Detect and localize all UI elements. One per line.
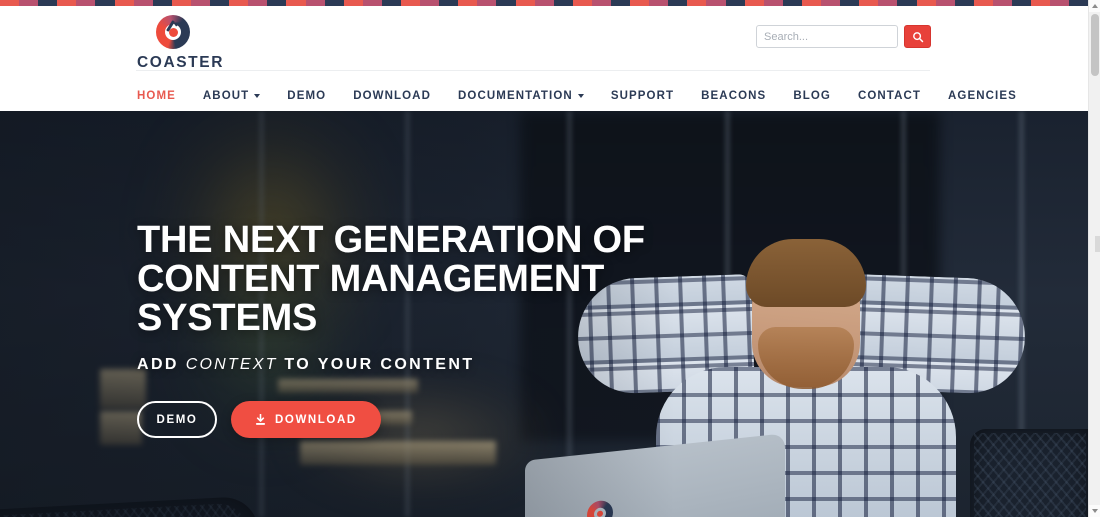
nav-item-label: DEMO <box>287 90 327 102</box>
scrollbar-track[interactable] <box>1089 12 1100 505</box>
download-button[interactable]: DOWNLOAD <box>231 401 381 439</box>
page-viewport: COASTER HOME ABOUT DEMO DOWNLOAD DOCUMENTATI… <box>0 0 1088 517</box>
hero-headline: THE NEXT GENERATION OF CONTENT MANAGEMEN… <box>137 219 657 340</box>
nav-item-demo[interactable]: DEMO <box>287 84 326 108</box>
chevron-down-icon <box>254 94 261 98</box>
hero-content: THE NEXT GENERATION OF CONTENT MANAGEMEN… <box>137 219 657 439</box>
hero-subheadline: ADD CONTEXT TO YOUR CONTENT <box>137 356 657 374</box>
nav-item-label: CONTACT <box>857 90 922 102</box>
demo-button[interactable]: DEMO <box>137 401 217 439</box>
nav-item-label: HOME <box>137 90 176 102</box>
download-button-label: DOWNLOAD <box>275 413 357 426</box>
site-header: COASTER HOME ABOUT DEMO DOWNLOAD DOCUMENTATI… <box>0 6 1088 111</box>
hero-sub-post: TO YOUR CONTENT <box>277 356 475 374</box>
brand-logo[interactable]: COASTER <box>137 15 277 72</box>
hero-headline-line-2: CONTENT MANAGEMENT <box>137 258 605 301</box>
scroll-down-arrow-icon[interactable] <box>1089 505 1100 517</box>
nav-item-documentation[interactable]: DOCUMENTATION <box>458 84 584 108</box>
hero-headline-line-1: THE NEXT GENERATION OF <box>137 219 645 261</box>
nav-item-support[interactable]: SUPPORT <box>611 84 674 108</box>
nav-item-label: BEACONS <box>701 90 767 102</box>
hero-section: THE NEXT GENERATION OF CONTENT MANAGEMEN… <box>0 111 1088 517</box>
search-icon <box>912 31 923 42</box>
chevron-down-icon <box>577 94 584 98</box>
demo-button-label: DEMO <box>156 413 198 426</box>
header-divider <box>136 70 930 71</box>
nav-item-about[interactable]: ABOUT <box>202 84 261 108</box>
nav-item-download[interactable]: DOWNLOAD <box>353 84 431 108</box>
nav-item-label: BLOG <box>793 90 831 102</box>
browser-page: COASTER HOME ABOUT DEMO DOWNLOAD DOCUMENTATI… <box>0 0 1100 517</box>
nav-item-label: ABOUT <box>202 90 250 102</box>
page-edge-marker <box>1095 236 1100 252</box>
nav-item-beacons[interactable]: BEACONS <box>701 84 766 108</box>
nav-item-label: AGENCIES <box>948 90 1017 102</box>
search-button[interactable] <box>904 25 931 48</box>
scroll-up-arrow-icon[interactable] <box>1089 0 1100 12</box>
search-input[interactable] <box>756 25 898 48</box>
coaster-circle-logo-icon <box>156 15 190 49</box>
vertical-scrollbar[interactable] <box>1088 0 1100 517</box>
nav-item-contact[interactable]: CONTACT <box>858 84 921 108</box>
scrollbar-thumb[interactable] <box>1091 14 1099 76</box>
nav-item-label: DOCUMENTATION <box>458 90 573 102</box>
hero-sub-pre: ADD <box>137 356 186 374</box>
download-icon <box>255 413 266 426</box>
main-navigation: HOME ABOUT DEMO DOWNLOAD DOCUMENTATION SUPPOR… <box>137 84 1044 108</box>
nav-item-home[interactable]: HOME <box>137 84 176 108</box>
nav-item-label: SUPPORT <box>610 90 675 102</box>
nav-item-agencies[interactable]: AGENCIES <box>948 84 1017 108</box>
search-box <box>756 25 931 48</box>
hero-sub-emphasis: CONTEXT <box>185 356 278 374</box>
hero-cta-buttons: DEMO DOWNLOAD <box>137 401 657 439</box>
nav-item-label: DOWNLOAD <box>353 90 431 102</box>
nav-item-blog[interactable]: BLOG <box>793 84 831 108</box>
hero-headline-line-3: SYSTEMS <box>137 297 318 340</box>
